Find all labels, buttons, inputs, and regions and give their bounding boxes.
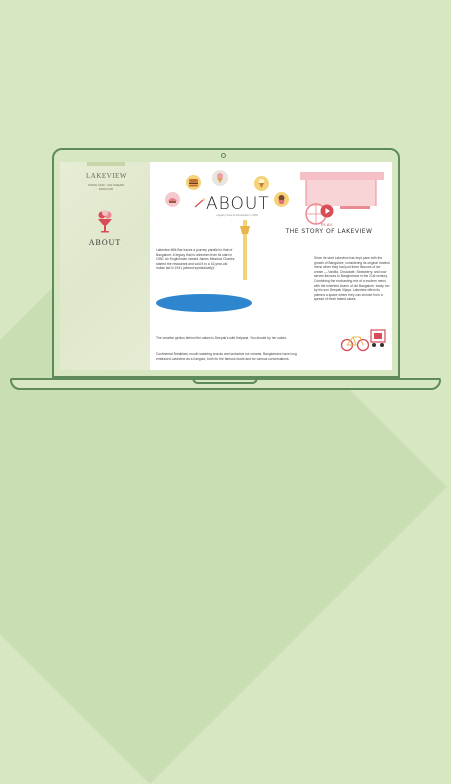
play-icon[interactable] — [320, 204, 334, 218]
page-subtitle: a legacy since its introduction in 1930 — [216, 214, 258, 217]
story-title: THE STORY OF LAKEVIEW — [285, 228, 373, 235]
nav-item-about[interactable]: ABOUT — [82, 238, 128, 247]
website-screen: LAKEVIEW SINCE 1930 · ICE CREAM PARLOUR … — [60, 162, 392, 370]
drink-icon — [240, 220, 250, 280]
lake-illustration — [156, 294, 252, 312]
burger-icon — [186, 175, 201, 190]
logo-crest — [87, 162, 125, 166]
bicycle-icon — [340, 336, 370, 352]
about-paragraph-1: Lakeview Milk Bar traces a journey paral… — [156, 248, 235, 271]
webcam-icon — [221, 153, 226, 158]
laptop-base-notch — [192, 378, 258, 384]
pastry-icon — [165, 192, 180, 207]
about-paragraph-2: The creative genius behind the cakes is … — [156, 336, 287, 340]
ice-cream-icon — [212, 170, 228, 186]
play-button[interactable]: PLAY — [319, 222, 335, 227]
cart-icon — [300, 172, 384, 225]
shop-cart-icon — [370, 329, 386, 347]
ice-cream-cone-icon — [254, 176, 269, 191]
ice-cream-cup-icon[interactable] — [95, 210, 115, 234]
brand-tagline: SINCE 1930 · ICE CREAM PARLOUR — [87, 183, 124, 191]
brand-logo[interactable]: LAKEVIEW — [86, 172, 126, 180]
wand-icon — [194, 198, 206, 208]
sidebar: LAKEVIEW SINCE 1930 · ICE CREAM PARLOUR … — [60, 162, 150, 370]
about-paragraph-3: Continental Breakfast, mouth watering sn… — [156, 352, 297, 361]
story-paragraph: Since its start Lakeview has kept pace w… — [314, 256, 390, 302]
page-title: ABOUT — [206, 194, 270, 214]
main-content: ABOUT a legacy since its introduction in… — [150, 162, 392, 370]
